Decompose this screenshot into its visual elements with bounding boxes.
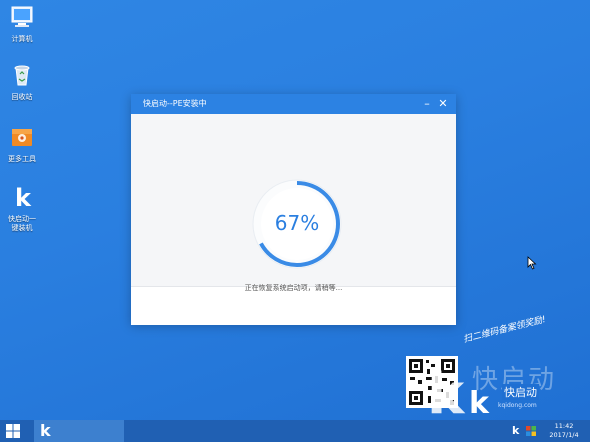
desktop-icon-label: 回收站 — [11, 93, 33, 101]
clock-date: 2017/1/4 — [549, 431, 579, 439]
desktop-icon-label: 键装机 — [11, 224, 33, 232]
desktop-icon-label: 更多工具 — [8, 155, 36, 163]
kqidong-k-icon: k — [15, 184, 32, 212]
desktop-icon-recycle-bin[interactable]: 回收站 — [0, 62, 44, 102]
desktop-icon-label: 快启动一 — [8, 215, 36, 223]
brand-name: 快启动 — [502, 384, 539, 400]
status-text: 正在恢复系统启动项，请稍等... — [244, 284, 343, 292]
taskbar: k k 11:42 2017/1/4 — [0, 420, 590, 442]
clock-time: 11:42 — [554, 422, 574, 430]
desktop-icon-label: 计算机 — [11, 35, 33, 43]
toolbox-icon — [12, 129, 32, 146]
svg-text:k: k — [427, 362, 466, 415]
tray-flag-icon[interactable] — [526, 426, 536, 436]
kqidong-k-icon: k — [40, 421, 51, 440]
svg-text:k: k — [15, 184, 32, 210]
close-button[interactable]: ✕ — [436, 94, 450, 114]
dialog-titlebar[interactable]: 快启动--PE安装中 – ✕ — [131, 94, 456, 114]
taskbar-clock[interactable]: 11:42 2017/1/4 — [544, 422, 584, 440]
dialog-title: 快启动--PE安装中 — [143, 99, 207, 108]
minimize-button[interactable]: – — [420, 94, 434, 114]
mouse-cursor-icon — [527, 256, 537, 270]
tray-kqidong-icon[interactable]: k — [512, 424, 519, 437]
desktop-icon-kqidong[interactable]: k 快启动一 键装机 — [0, 184, 44, 233]
windows-start-icon[interactable] — [6, 424, 20, 438]
desktop-icon-computer[interactable]: 计算机 — [0, 4, 44, 44]
brand-url: kqidong.com — [498, 402, 537, 409]
taskbar-app-kqidong[interactable]: k — [34, 420, 124, 442]
dialog-body: 67% 正在恢复系统启动项，请稍等... — [131, 114, 456, 292]
recycle-bin-icon — [14, 65, 30, 86]
desktop-icon-more-tools[interactable]: 更多工具 — [0, 124, 44, 164]
slogan-text: 扫二维码备案领奖励! — [462, 314, 547, 346]
progress-percent: 67% — [274, 211, 320, 235]
pe-install-dialog: 快启动--PE安装中 – ✕ 67% 正在恢复系统启动项，请稍等... — [131, 94, 456, 325]
computer-icon — [11, 6, 33, 27]
